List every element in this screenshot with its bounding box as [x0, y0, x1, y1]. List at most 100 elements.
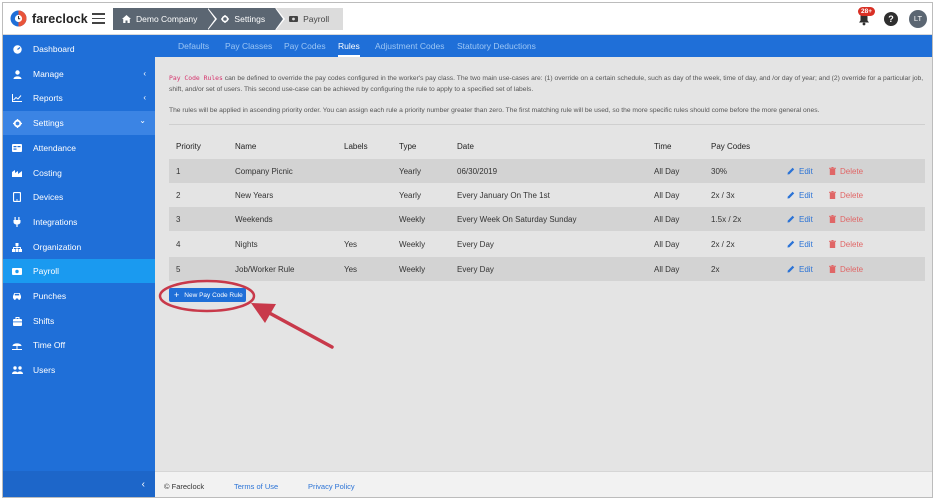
- chevron-left-icon: ‹: [141, 479, 145, 490]
- avatar[interactable]: LT: [909, 10, 927, 28]
- cell-time: All Day: [654, 264, 680, 274]
- delete-label: Delete: [840, 190, 864, 200]
- users-icon: [11, 366, 23, 374]
- sidebar-item-label: Payroll: [33, 266, 59, 276]
- footer-copyright: © Fareclock: [164, 482, 205, 491]
- briefcase-icon: [11, 316, 23, 326]
- sidebar: Dashboard Manage ‹ Reports ‹ Settings ⌄ …: [3, 35, 155, 497]
- sidebar-item-shifts[interactable]: Shifts: [3, 309, 155, 333]
- tab-pay-classes[interactable]: Pay Classes: [225, 35, 272, 57]
- notification-badge: 28+: [857, 7, 875, 16]
- new-pay-code-rule-button[interactable]: + New Pay Code Rule: [169, 288, 246, 302]
- sidebar-collapse-button[interactable]: ‹: [3, 471, 155, 497]
- cell-pay-codes: 1.5x / 2x: [711, 214, 742, 224]
- settings-tabs: Defaults Pay Classes Pay Codes Rules Adj…: [155, 35, 932, 57]
- edit-label: Edit: [799, 190, 813, 200]
- sidebar-item-integrations[interactable]: Integrations: [3, 210, 155, 234]
- edit-button[interactable]: Edit: [787, 257, 813, 281]
- sidebar-item-users[interactable]: Users: [3, 358, 155, 382]
- sidebar-item-costing[interactable]: Costing: [3, 161, 155, 185]
- pencil-icon: [787, 265, 795, 273]
- edit-button[interactable]: Edit: [787, 159, 813, 183]
- tab-pay-codes[interactable]: Pay Codes: [284, 35, 326, 57]
- table-row: 5 Job/Worker Rule Yes Weekly Every Day A…: [169, 257, 925, 281]
- app-name: fareclock: [32, 11, 88, 26]
- header-time: Time: [654, 141, 672, 151]
- sidebar-item-devices[interactable]: Devices: [3, 185, 155, 209]
- delete-label: Delete: [840, 166, 864, 176]
- chevron-down-icon: ⌄: [139, 116, 146, 125]
- breadcrumb-label: Payroll: [303, 14, 330, 24]
- rules-description: Pay Code Rules can be defined to overrid…: [169, 73, 925, 95]
- menu-toggle-icon[interactable]: [92, 13, 105, 24]
- breadcrumb-label: Demo Company: [136, 14, 198, 24]
- trash-icon: [829, 191, 836, 199]
- header-pay-codes: Pay Codes: [711, 141, 751, 151]
- tab-statutory-deductions[interactable]: Statutory Deductions: [457, 35, 536, 57]
- delete-button[interactable]: Delete: [829, 183, 863, 207]
- sidebar-item-manage[interactable]: Manage ‹: [3, 62, 155, 86]
- help-icon[interactable]: ?: [884, 12, 898, 26]
- cell-time: All Day: [654, 239, 680, 249]
- sidebar-item-label: Users: [33, 365, 56, 375]
- privacy-link[interactable]: Privacy Policy: [308, 482, 355, 491]
- sidebar-item-punches[interactable]: Punches: [3, 284, 155, 308]
- cell-labels: Yes: [344, 239, 358, 249]
- sidebar-item-label: Reports: [33, 93, 63, 103]
- delete-button[interactable]: Delete: [829, 159, 863, 183]
- header-name: Name: [235, 141, 257, 151]
- delete-button[interactable]: Delete: [829, 232, 863, 256]
- cell-date: Every Day: [457, 239, 494, 249]
- tab-rules[interactable]: Rules: [338, 35, 360, 57]
- home-icon: [122, 15, 131, 23]
- breadcrumb-demo-company[interactable]: Demo Company: [113, 8, 218, 30]
- sidebar-item-label: Attendance: [33, 143, 77, 153]
- rules-priority-note: The rules will be applied in ascending p…: [169, 107, 820, 114]
- sidebar-item-organization[interactable]: Organization: [3, 235, 155, 259]
- edit-button[interactable]: Edit: [787, 232, 813, 256]
- cell-type: Weekly: [399, 239, 426, 249]
- table-header: Priority Name Labels Type Date Time Pay …: [169, 137, 925, 155]
- umbrella-icon: [11, 341, 23, 350]
- table-row: 2 New Years Yearly Every January On The …: [169, 183, 925, 207]
- cell-priority: 2: [176, 190, 181, 200]
- cell-pay-codes: 2x: [711, 264, 720, 274]
- header-labels: Labels: [344, 141, 368, 151]
- sidebar-item-dashboard[interactable]: Dashboard: [3, 37, 155, 61]
- sidebar-item-settings[interactable]: Settings ⌄: [3, 111, 155, 135]
- pencil-icon: [787, 191, 795, 199]
- sidebar-item-label: Costing: [33, 168, 62, 178]
- delete-button[interactable]: Delete: [829, 257, 863, 281]
- sidebar-item-label: Time Off: [33, 340, 66, 350]
- sidebar-item-attendance[interactable]: Attendance: [3, 136, 155, 160]
- sidebar-item-reports[interactable]: Reports ‹: [3, 86, 155, 110]
- breadcrumb-settings[interactable]: Settings: [207, 8, 286, 30]
- edit-label: Edit: [799, 166, 813, 176]
- gear-icon: [221, 15, 230, 23]
- table-row: 1 Company Picnic Yearly 06/30/2019 All D…: [169, 159, 925, 183]
- edit-button[interactable]: Edit: [787, 183, 813, 207]
- sidebar-item-time-off[interactable]: Time Off: [3, 333, 155, 357]
- cell-name: Nights: [235, 239, 258, 249]
- plug-icon: [11, 217, 23, 227]
- delete-label: Delete: [840, 239, 864, 249]
- cell-pay-codes: 2x / 2x: [711, 239, 735, 249]
- payroll-icon: [289, 16, 299, 22]
- pencil-icon: [787, 240, 795, 248]
- tab-adjustment-codes[interactable]: Adjustment Codes: [375, 35, 444, 57]
- tab-defaults[interactable]: Defaults: [178, 35, 209, 57]
- sidebar-item-label: Punches: [33, 291, 67, 301]
- chevron-left-icon: ‹: [143, 69, 146, 78]
- cell-date: 06/30/2019: [457, 166, 498, 176]
- delete-button[interactable]: Delete: [829, 207, 863, 231]
- plus-icon: +: [174, 290, 180, 300]
- edit-label: Edit: [799, 239, 813, 249]
- app-logo[interactable]: fareclock: [10, 10, 88, 27]
- breadcrumb: Demo Company Settings Payroll: [113, 8, 344, 30]
- edit-button[interactable]: Edit: [787, 207, 813, 231]
- terms-link[interactable]: Terms of Use: [234, 482, 278, 491]
- breadcrumb-payroll[interactable]: Payroll: [275, 8, 344, 30]
- sidebar-item-payroll[interactable]: Payroll: [3, 259, 155, 283]
- trash-icon: [829, 265, 836, 273]
- sidebar-item-label: Manage: [33, 69, 64, 79]
